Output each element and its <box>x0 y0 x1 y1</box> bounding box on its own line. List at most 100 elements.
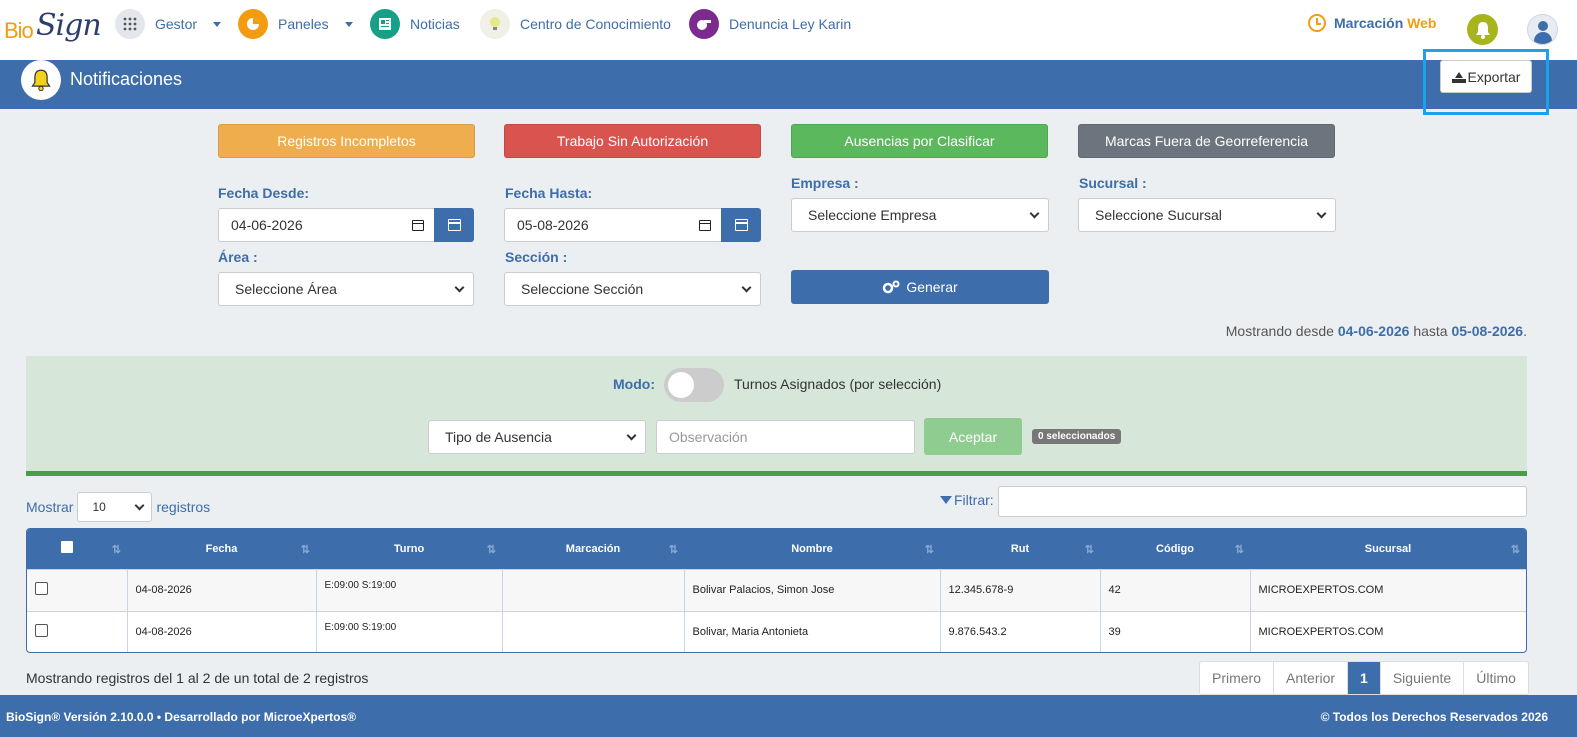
export-label: Exportar <box>1467 68 1521 85</box>
page-length-select[interactable]: 10 <box>77 492 153 522</box>
empresa-select[interactable]: Seleccione Empresa <box>791 198 1049 232</box>
generar-button[interactable]: Generar <box>791 270 1049 304</box>
notifications-bell-button[interactable] <box>1467 14 1498 45</box>
trabajo-sin-autorizacion-button[interactable]: Trabajo Sin Autorización <box>504 124 761 158</box>
chevron-down-icon <box>1316 208 1327 218</box>
fecha-desde-input[interactable]: 04-06-2026 <box>218 208 435 242</box>
top-navbar: Bio Sign Gestor Paneles Noticias Centro … <box>0 0 1577 60</box>
nav-centro-label: Centro de Conocimiento <box>520 16 671 32</box>
export-button[interactable]: Exportar <box>1440 60 1532 93</box>
range-summary: Mostrando desde 04-06-2026 hasta 05-08-2… <box>1226 323 1527 339</box>
pagination-last[interactable]: Último <box>1464 662 1528 694</box>
marcacion-label: Marcación <box>1334 15 1404 31</box>
select-all-checkbox[interactable] <box>61 541 73 554</box>
sucursal-select[interactable]: Seleccione Sucursal <box>1078 198 1336 232</box>
mode-toggle[interactable] <box>664 368 724 402</box>
calendar-icon[interactable] <box>412 219 424 231</box>
marcas-fuera-georreferencia-button[interactable]: Marcas Fuera de Georreferencia <box>1078 124 1335 158</box>
header-nombre-label: Nombre <box>791 542 833 555</box>
footer-copyright: © Todos los Derechos Reservados 2026 <box>1320 710 1548 724</box>
row-checkbox[interactable] <box>35 624 48 638</box>
chevron-down-icon <box>1029 208 1040 218</box>
header-rut-label: Rut <box>1010 542 1030 555</box>
footer: BioSign® Versión 2.10.0.0 • Desarrollado… <box>0 695 1577 737</box>
page-length-control: Mostrar 10 registros <box>26 492 210 522</box>
newspaper-icon <box>370 9 400 39</box>
page-title: Notificaciones <box>70 69 183 89</box>
toggle-knob <box>668 372 694 398</box>
cell-marcacion <box>502 610 685 652</box>
header-turno[interactable]: Turno ⇅ <box>316 529 502 569</box>
range-mid: hasta <box>1413 323 1448 339</box>
cell-turno: E:09:00 S:19:00 <box>316 610 503 652</box>
nav-noticias-label: Noticias <box>410 16 460 32</box>
user-avatar[interactable] <box>1527 14 1558 45</box>
table-row[interactable]: 04-08-2026 E:09:00 S:19:00 Bolivar, Mari… <box>27 610 1526 652</box>
observacion-input[interactable]: Observación <box>656 420 915 454</box>
seccion-select[interactable]: Seleccione Sección <box>504 272 761 306</box>
calendar-icon <box>447 219 461 231</box>
nav-noticias[interactable]: Noticias <box>370 8 460 40</box>
cell-codigo: 39 <box>1100 610 1251 652</box>
nav-denuncia-ley-karin[interactable]: Denuncia Ley Karin <box>689 8 851 40</box>
cell-nombre: Bolivar, Maria Antonieta <box>684 610 941 652</box>
registros-incompletos-button[interactable]: Registros Incompletos <box>218 124 475 158</box>
logo-sign-text: Sign <box>36 8 102 43</box>
area-select[interactable]: Seleccione Área <box>218 272 474 306</box>
chevron-down-icon <box>344 21 353 27</box>
cell-fecha: 04-08-2026 <box>127 568 317 611</box>
header-codigo[interactable]: Código ⇅ <box>1100 529 1250 569</box>
sucursal-label: Sucursal : <box>1079 175 1147 191</box>
grid-icon <box>115 9 145 39</box>
tipo-ausencia-select[interactable]: Tipo de Ausencia <box>428 420 646 454</box>
fecha-desde-calendar-button[interactable] <box>434 208 474 242</box>
pagination-next[interactable]: Siguiente <box>1381 662 1465 694</box>
table-row[interactable]: 04-08-2026 E:09:00 S:19:00 Bolivar Palac… <box>27 568 1526 611</box>
cell-fecha: 04-08-2026 <box>127 610 317 652</box>
nav-centro-conocimiento[interactable]: Centro de Conocimiento <box>480 8 671 40</box>
observacion-placeholder: Observación <box>669 429 748 445</box>
sort-icon: ⇅ <box>300 544 310 556</box>
calendar-icon[interactable] <box>699 219 711 231</box>
header-turno-label: Turno <box>393 542 425 555</box>
fecha-hasta-calendar-button[interactable] <box>721 208 761 242</box>
header-rut[interactable]: Rut ⇅ <box>940 529 1100 569</box>
fecha-hasta-value: 05-08-2026 <box>517 217 589 233</box>
header-fecha[interactable]: Fecha ⇅ <box>127 529 316 569</box>
logo-bio-text: Bio <box>4 18 34 43</box>
notifications-table: ⇅ Fecha ⇅ Turno ⇅ Marcación ⇅ Nombre ⇅ Rut ⇅ … <box>26 528 1527 653</box>
generar-label: Generar <box>906 279 958 295</box>
pagination-first[interactable]: Primero <box>1200 662 1275 694</box>
pagination-page-1[interactable]: 1 <box>1348 662 1381 694</box>
cell-marcacion <box>502 568 685 611</box>
aceptar-button[interactable]: Aceptar <box>924 418 1022 455</box>
fecha-desde-value: 04-06-2026 <box>231 217 303 233</box>
sort-icon[interactable]: ⇅ <box>112 543 121 556</box>
row-checkbox[interactable] <box>35 582 48 595</box>
filter-label-group: Filtrar: <box>940 492 994 508</box>
header-sucursal[interactable]: Sucursal ⇅ <box>1250 529 1526 569</box>
bell-icon <box>1475 21 1490 39</box>
marcacion-web-link[interactable]: Marcación Web <box>1308 14 1436 32</box>
header-nombre[interactable]: Nombre ⇅ <box>684 529 940 569</box>
fecha-hasta-input[interactable]: 05-08-2026 <box>504 208 722 242</box>
footer-version: BioSign® Versión 2.10.0.0 • Desarrollado… <box>6 710 356 724</box>
filter-input[interactable] <box>998 486 1527 517</box>
chevron-down-icon <box>626 430 637 440</box>
sort-icon: ⇅ <box>668 544 678 556</box>
biosign-logo[interactable]: Bio Sign <box>4 6 102 48</box>
fecha-hasta-label: Fecha Hasta: <box>505 185 593 201</box>
range-to: 05-08-2026 <box>1451 323 1524 339</box>
cell-sucursal: MICROEXPERTOS.COM <box>1250 610 1526 652</box>
user-icon-body <box>1534 32 1552 44</box>
ausencias-por-clasificar-button[interactable]: Ausencias por Clasificar <box>791 124 1048 158</box>
mostrar-label: Mostrar <box>26 499 74 515</box>
pagination-prev[interactable]: Anterior <box>1274 662 1349 694</box>
nav-paneles[interactable]: Paneles <box>238 8 353 40</box>
nav-gestor[interactable]: Gestor <box>115 8 222 40</box>
filtrar-label: Filtrar: <box>954 492 994 508</box>
header-marcacion[interactable]: Marcación ⇅ <box>502 529 684 569</box>
nav-paneles-label: Paneles <box>278 16 329 32</box>
area-label: Área : <box>218 249 258 265</box>
sort-icon: ⇅ <box>924 544 934 556</box>
